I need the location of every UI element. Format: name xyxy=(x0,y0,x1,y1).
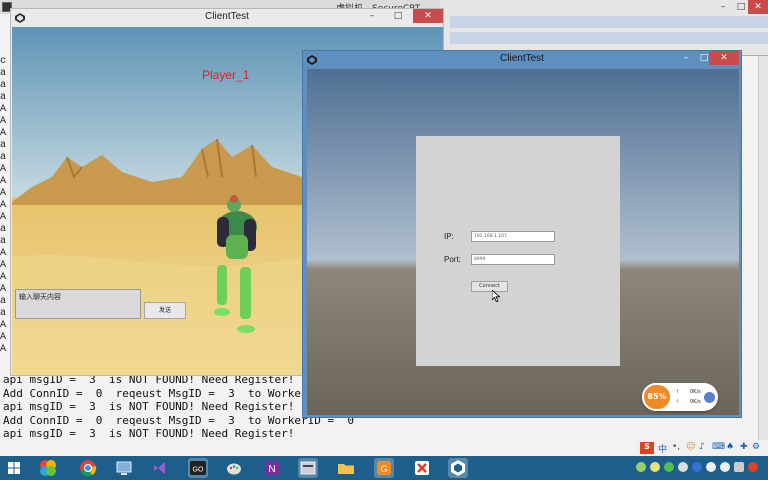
upload-arrow-icon: ↑ xyxy=(675,389,680,395)
upload-speed: 0K/s xyxy=(690,389,701,395)
console-left-char: A xyxy=(0,176,7,187)
tray-app-icon[interactable] xyxy=(650,462,660,472)
tray-app-icon[interactable] xyxy=(636,462,646,472)
console-left-char: A xyxy=(0,332,7,343)
connect-window-titlebar[interactable]: ClientTest – □ ✕ xyxy=(303,51,741,69)
tray-app-icon[interactable] xyxy=(692,462,702,472)
cpu-usage-badge[interactable]: 85% xyxy=(642,383,672,411)
settings-icon[interactable]: ⚙ xyxy=(752,442,760,452)
securecrt-toolbar xyxy=(450,16,768,28)
skin-icon[interactable]: ♠ xyxy=(726,442,734,452)
securecrt-window-controls[interactable]: – □ ✕ xyxy=(712,0,768,14)
connect-button[interactable]: Connect xyxy=(471,281,508,292)
ime-lang[interactable]: 中 xyxy=(658,442,667,455)
visual-studio-icon[interactable] xyxy=(150,458,170,478)
console-left-char: A xyxy=(0,104,7,115)
console-left-char: a xyxy=(0,92,7,103)
explorer-screen-icon[interactable] xyxy=(114,458,134,478)
console-left-char: a xyxy=(0,80,7,91)
onenote-icon[interactable]: N xyxy=(262,458,282,478)
connect-window: ClientTest – □ ✕ IP: 192.168.1.107 Port:… xyxy=(302,50,742,418)
ip-field[interactable]: 192.168.1.107 xyxy=(471,231,555,242)
speedup-icon[interactable] xyxy=(704,392,715,403)
terminal-app-icon[interactable] xyxy=(298,458,318,478)
console-left-char: A xyxy=(0,116,7,127)
start-icon[interactable] xyxy=(4,458,24,478)
pinwheel-app-icon[interactable] xyxy=(38,458,58,478)
go-app-icon[interactable]: GO xyxy=(188,458,208,478)
console-left-char: A xyxy=(0,248,7,259)
xmind-icon[interactable] xyxy=(412,458,432,478)
chat-input[interactable]: 输入聊天内容 xyxy=(15,289,141,319)
console-left-char: A xyxy=(0,164,7,175)
orange-app-icon[interactable]: G xyxy=(374,458,394,478)
connect-panel: IP: 192.168.1.107 Port: 8999 Connect xyxy=(416,136,620,366)
player-name-label: Player_1 xyxy=(202,68,250,82)
console-left-char: a xyxy=(0,68,7,79)
download-speed: 0K/s xyxy=(690,399,701,405)
console-left-char: a xyxy=(0,236,7,247)
console-left-char: A xyxy=(0,188,7,199)
console-left-char: A xyxy=(0,320,7,331)
console-left-char: a xyxy=(0,140,7,151)
console-left-char: A xyxy=(0,212,7,223)
unity-icon[interactable] xyxy=(448,458,468,478)
console-left-char: A xyxy=(0,272,7,283)
console-left-char: A xyxy=(0,200,7,211)
sogou-icon[interactable] xyxy=(748,462,758,472)
tray-app-icon[interactable] xyxy=(664,462,674,472)
securecrt-tabbar xyxy=(450,32,768,44)
emoji-icon[interactable]: ☺ xyxy=(686,442,695,452)
network-icon[interactable] xyxy=(706,462,716,472)
download-arrow-icon: ↓ xyxy=(675,398,680,404)
connect-viewport: IP: 192.168.1.107 Port: 8999 Connect xyxy=(307,69,739,415)
port-label: Port: xyxy=(444,255,461,264)
port-field[interactable]: 8999 xyxy=(471,254,555,265)
sogou-icon[interactable]: S xyxy=(640,442,654,454)
securecrt-close-button[interactable]: ✕ xyxy=(748,0,768,14)
svg-text:N: N xyxy=(268,464,275,475)
keyboard-icon[interactable]: ⌨ xyxy=(712,442,725,452)
console-left-char: a xyxy=(0,308,7,319)
microphone-icon[interactable]: ♪ xyxy=(699,442,705,452)
volume-icon[interactable] xyxy=(720,462,730,472)
keyboard-icon[interactable] xyxy=(734,462,744,472)
chrome-icon[interactable] xyxy=(78,458,98,478)
close-button[interactable]: ✕ xyxy=(709,51,739,65)
svg-text:GO: GO xyxy=(193,467,204,474)
console-left-char: a xyxy=(0,152,7,163)
game-window-titlebar[interactable]: ClientTest – □ ✕ xyxy=(11,9,443,27)
toolbox-icon[interactable]: ✚ xyxy=(740,442,748,452)
console-left-char: A xyxy=(0,260,7,271)
console-left-char: a xyxy=(0,224,7,235)
tray-app-icon[interactable] xyxy=(678,462,688,472)
maximize-button[interactable]: □ xyxy=(387,9,409,23)
console-left-char: A xyxy=(0,284,7,295)
mouse-cursor-icon xyxy=(492,290,500,302)
console-left-char: a xyxy=(0,296,7,307)
console-left-char: c xyxy=(0,56,7,67)
console-log-line: api msgID = 3 is NOT FOUND! Need Registe… xyxy=(3,427,295,440)
minimize-button[interactable]: – xyxy=(361,9,383,23)
ip-label: IP: xyxy=(444,232,454,241)
folder-icon[interactable] xyxy=(336,458,356,478)
svg-text:G: G xyxy=(380,464,387,474)
console-left-char: A xyxy=(0,128,7,139)
close-button[interactable]: ✕ xyxy=(413,9,443,23)
paint-icon[interactable] xyxy=(224,458,244,478)
console-left-char: A xyxy=(0,344,7,355)
send-button[interactable]: 发送 xyxy=(144,302,186,319)
ime-punctuation-icon[interactable]: •, xyxy=(672,442,680,452)
console-left-column: caaaAAAaaAAAAAaaAAAAaaAAA xyxy=(0,56,10,376)
